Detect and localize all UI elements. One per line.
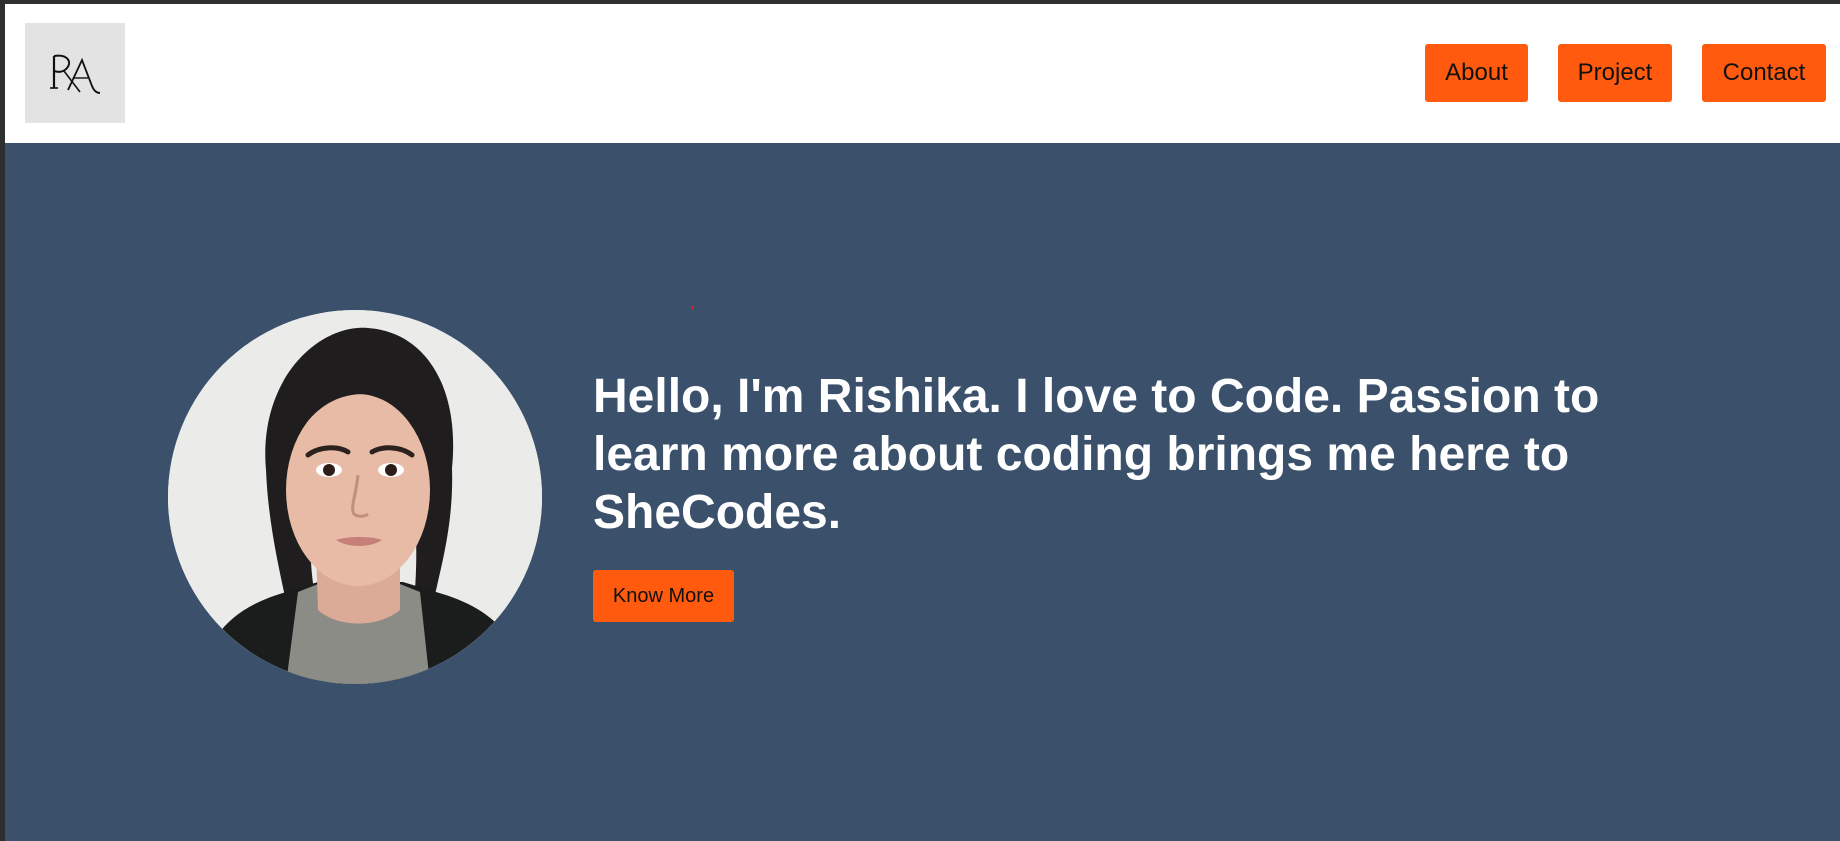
know-more-button[interactable]: Know More (593, 570, 734, 622)
about-button[interactable]: About (1425, 44, 1528, 102)
monogram-logo-icon (50, 54, 101, 94)
profile-avatar (168, 310, 542, 684)
main-nav: About Project Contact (1425, 44, 1826, 102)
browser-viewport: About Project Contact Hello, I'm Rishika… (5, 4, 1840, 841)
site-header: About Project Contact (5, 4, 1840, 143)
intro-heading: Hello, I'm Rishika. I love to Code. Pass… (593, 370, 1600, 539)
project-button[interactable]: Project (1558, 44, 1672, 102)
red-dot-marker (691, 306, 694, 309)
hero-section: Hello, I'm Rishika. I love to Code. Pass… (5, 143, 1840, 841)
profile-photo-icon (168, 310, 542, 684)
site-logo[interactable] (25, 23, 125, 123)
contact-button[interactable]: Contact (1702, 44, 1826, 102)
